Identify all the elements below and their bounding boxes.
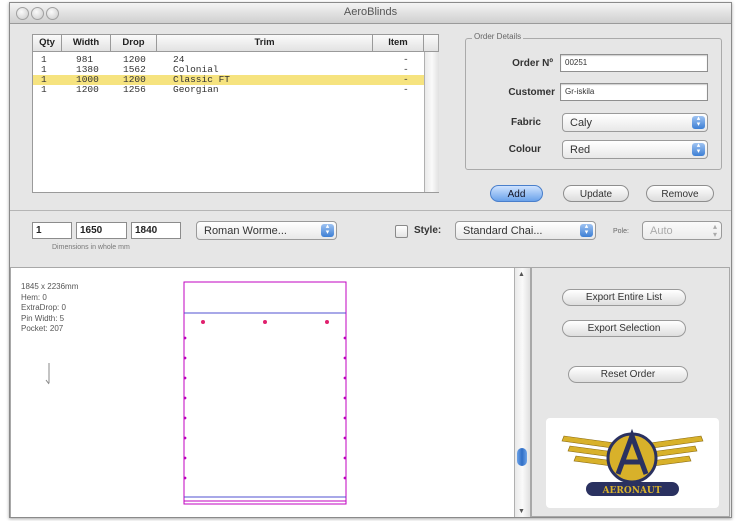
order-details-label: Order Details [472, 32, 524, 41]
logo-box: AERONAUT [546, 418, 719, 508]
updown-arrows-icon: ▴ ▾ [580, 223, 593, 237]
colour-select[interactable]: Red ▴ ▾ [562, 140, 708, 159]
colour-select-value: Red [570, 144, 591, 156]
update-button[interactable]: Update [563, 185, 629, 202]
cell-trim: Georgian [173, 84, 219, 95]
export-selection-button[interactable]: Export Selection [562, 320, 686, 337]
export-entire-list-button[interactable]: Export Entire List [562, 289, 686, 306]
cell-width: 1200 [76, 84, 99, 95]
blind-drawing [45, 281, 347, 505]
order-no-field[interactable]: 00251 [560, 54, 708, 72]
fixing-point [201, 320, 205, 324]
updown-arrows-icon: ▴ ▾ [321, 223, 334, 237]
updown-arrows-icon: ▴ ▾ [692, 115, 705, 129]
pole-select-value: Auto [650, 225, 673, 237]
fixing-point [263, 320, 267, 324]
style-select-value: Standard Chai... [463, 225, 543, 237]
preview-scrollbar[interactable]: ▲ ▼ [514, 268, 530, 517]
trim-select[interactable]: Roman Worme... ▴ ▾ [196, 221, 337, 240]
window-title: AeroBlinds [343, 6, 398, 18]
customer-label: Customer [508, 87, 555, 98]
column-header-drop[interactable]: Drop [111, 35, 157, 52]
column-header-trim[interactable]: Trim [157, 35, 373, 52]
column-header-item[interactable]: Item [373, 35, 424, 52]
reset-order-button[interactable]: Reset Order [568, 366, 688, 383]
pole-label: Pole: [613, 228, 629, 235]
fabric-label: Fabric [510, 117, 541, 128]
updown-arrows-icon: ▴ ▾ [692, 142, 705, 156]
fabric-select-value: Caly [570, 117, 593, 129]
aeronaut-logo-icon: AERONAUT [561, 428, 704, 496]
drop-entry-field[interactable]: 1840 [131, 222, 181, 239]
remove-button[interactable]: Remove [646, 185, 714, 202]
order-no-label: Order Nº [512, 58, 553, 69]
app-window: AeroBlinds Qty Width Drop Trim Item 1 98… [9, 2, 732, 518]
order-table: Qty Width Drop Trim Item 1 981 1200 24 -… [32, 34, 439, 193]
column-header-corner [424, 35, 438, 52]
style-label: Style: [414, 225, 442, 236]
fabric-select[interactable]: Caly ▴ ▾ [562, 113, 708, 132]
svg-text:AERONAUT: AERONAUT [602, 486, 662, 496]
scroll-down-icon[interactable]: ▼ [518, 508, 525, 515]
pole-select[interactable]: Auto ▴ ▾ [642, 221, 722, 240]
width-entry-field[interactable]: 1650 [76, 222, 127, 239]
add-button[interactable]: Add [490, 185, 543, 202]
style-select[interactable]: Standard Chai... ▴ ▾ [455, 221, 596, 240]
title-bar: AeroBlinds [10, 3, 731, 24]
colour-label: Colour [508, 144, 541, 155]
dimensions-hint: Dimensions in whole mm [52, 244, 130, 251]
customer-field[interactable]: Gr-iskila [560, 83, 708, 101]
cell-item: - [403, 84, 409, 95]
scroll-up-icon[interactable]: ▲ [518, 271, 525, 278]
scroll-thumb[interactable] [517, 448, 527, 466]
table-row[interactable]: 1 1200 1256 Georgian - [33, 85, 438, 95]
blind-preview: 1845 x 2236mm Hem: 0 ExtraDrop: 0 Pin Wi… [10, 267, 531, 517]
blind-outline [183, 281, 347, 505]
column-header-qty[interactable]: Qty [33, 35, 62, 52]
actions-panel: Export Entire List Export Selection Rese… [531, 267, 730, 517]
cell-drop: 1256 [123, 84, 146, 95]
trim-select-value: Roman Worme... [204, 225, 287, 237]
qty-entry-field[interactable]: 1 [32, 222, 72, 239]
section-divider [10, 210, 731, 211]
rod-markers [183, 336, 347, 480]
column-header-width[interactable]: Width [62, 35, 111, 52]
cell-qty: 1 [41, 84, 47, 95]
style-checkbox[interactable] [395, 225, 408, 238]
table-scrollbar[interactable] [424, 52, 439, 192]
fixing-point [325, 320, 329, 324]
updown-arrows-icon: ▴ ▾ [712, 222, 717, 239]
